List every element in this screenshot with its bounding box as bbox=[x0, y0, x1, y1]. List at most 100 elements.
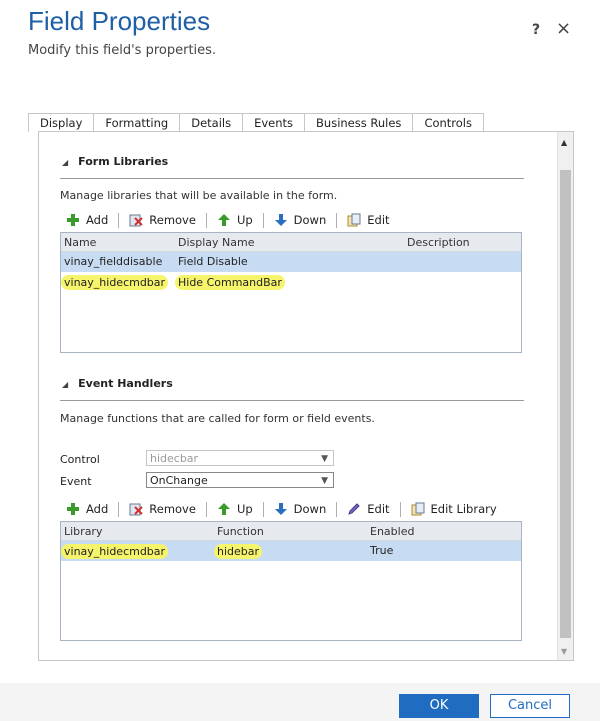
table-row[interactable]: vinay_hidecmdbar Hide CommandBar bbox=[61, 272, 521, 292]
move-down-button[interactable]: Down bbox=[268, 498, 333, 520]
cancel-button[interactable]: Cancel bbox=[490, 694, 570, 718]
down-label: Down bbox=[293, 213, 327, 227]
event-handlers-description: Manage functions that are called for for… bbox=[60, 412, 375, 425]
toolbar-separator bbox=[118, 212, 120, 228]
event-value: OnChange bbox=[150, 474, 208, 487]
up-label: Up bbox=[236, 502, 253, 516]
tab-events[interactable]: Events bbox=[243, 113, 306, 133]
toolbar-separator bbox=[336, 501, 338, 517]
column-header-name[interactable]: Name bbox=[64, 236, 96, 249]
dialog-subtitle: Modify this field's properties. bbox=[28, 43, 217, 58]
help-icon[interactable]: ? bbox=[532, 22, 540, 38]
move-up-button[interactable]: Up bbox=[211, 498, 259, 520]
add-handler-button[interactable]: Add bbox=[60, 498, 114, 520]
form-libraries-description: Manage libraries that will be available … bbox=[60, 189, 338, 202]
tab-business-rules[interactable]: Business Rules bbox=[305, 113, 414, 132]
library-display-name: Hide CommandBar bbox=[175, 275, 285, 290]
events-panel: ◢ Form Libraries Manage libraries that wi… bbox=[38, 131, 574, 661]
remove-icon bbox=[129, 502, 143, 516]
event-handlers-heading: Event Handlers bbox=[78, 377, 173, 390]
remove-library-button[interactable]: Remove bbox=[123, 209, 202, 231]
library-name: vinay_fielddisable bbox=[64, 255, 163, 268]
edit-library-icon bbox=[411, 502, 425, 516]
arrow-up-icon bbox=[217, 502, 231, 516]
toolbar-separator bbox=[262, 212, 264, 228]
add-library-button[interactable]: Add bbox=[60, 209, 114, 231]
move-down-button[interactable]: Down bbox=[268, 209, 333, 231]
control-select: hidecbar ▼ bbox=[146, 450, 334, 466]
form-libraries-grid: Name Display Name Description vinay_fiel… bbox=[60, 232, 522, 353]
event-handlers-header[interactable]: ◢ Event Handlers bbox=[62, 377, 173, 390]
dialog-title: Field Properties bbox=[28, 6, 211, 36]
toolbar-separator bbox=[399, 501, 401, 517]
chevron-down-icon: ▼ bbox=[321, 476, 328, 486]
remove-label: Remove bbox=[149, 213, 196, 227]
event-handlers-toolbar: Add Remove Up Down Edit Edit Library bbox=[60, 498, 522, 520]
form-libraries-header[interactable]: ◢ Form Libraries bbox=[62, 155, 168, 168]
remove-label: Remove bbox=[149, 502, 196, 516]
divider bbox=[60, 400, 524, 401]
edit-label: Edit bbox=[367, 502, 390, 516]
ok-button[interactable]: OK bbox=[399, 694, 479, 718]
tab-controls[interactable]: Controls bbox=[413, 113, 484, 132]
tab-strip: Display Formatting Details Events Busine… bbox=[28, 113, 484, 133]
column-header-enabled[interactable]: Enabled bbox=[370, 525, 414, 538]
scrollbar-thumb[interactable] bbox=[560, 170, 571, 638]
edit-handler-button[interactable]: Edit bbox=[341, 498, 395, 520]
divider bbox=[60, 178, 524, 179]
handler-function: hidebar bbox=[214, 544, 263, 559]
tab-details[interactable]: Details bbox=[180, 113, 244, 132]
down-label: Down bbox=[293, 502, 327, 516]
column-header-display-name[interactable]: Display Name bbox=[178, 236, 255, 249]
control-value: hidecbar bbox=[150, 452, 199, 465]
event-handlers-grid: Library Function Enabled vinay_hidecmdba… bbox=[60, 521, 522, 641]
form-libraries-toolbar: Add Remove Up Down Edit bbox=[60, 209, 522, 231]
table-row[interactable]: vinay_hidecmdbar hidebar True bbox=[61, 541, 521, 561]
add-label: Add bbox=[86, 502, 109, 516]
table-row[interactable]: vinay_fielddisable Field Disable bbox=[61, 252, 521, 272]
library-display-name: Field Disable bbox=[178, 255, 248, 268]
close-icon[interactable]: × bbox=[556, 18, 571, 39]
tab-display[interactable]: Display bbox=[28, 113, 95, 132]
handler-library: vinay_hidecmdbar bbox=[61, 544, 169, 559]
column-header-function[interactable]: Function bbox=[217, 525, 264, 538]
plus-icon bbox=[66, 213, 80, 227]
move-up-button[interactable]: Up bbox=[211, 209, 259, 231]
remove-icon bbox=[129, 213, 143, 227]
vertical-scrollbar[interactable]: ▲ ▼ bbox=[557, 132, 573, 660]
edit-library-button[interactable]: Edit Library bbox=[405, 498, 503, 520]
collapse-triangle-icon[interactable]: ◢ bbox=[62, 380, 68, 389]
scroll-up-icon[interactable]: ▲ bbox=[561, 138, 567, 147]
edit-library-button[interactable]: Edit bbox=[341, 209, 395, 231]
form-libraries-heading: Form Libraries bbox=[78, 155, 169, 168]
up-label: Up bbox=[236, 213, 253, 227]
control-label: Control bbox=[60, 453, 100, 466]
toolbar-separator bbox=[262, 501, 264, 517]
arrow-down-icon bbox=[274, 213, 288, 227]
plus-icon bbox=[66, 502, 80, 516]
collapse-triangle-icon[interactable]: ◢ bbox=[62, 158, 68, 167]
toolbar-separator bbox=[118, 501, 120, 517]
scroll-down-icon[interactable]: ▼ bbox=[561, 647, 567, 656]
event-select[interactable]: OnChange ▼ bbox=[146, 472, 334, 488]
toolbar-separator bbox=[336, 212, 338, 228]
library-name: vinay_hidecmdbar bbox=[61, 275, 169, 290]
arrow-up-icon bbox=[217, 213, 231, 227]
column-header-description[interactable]: Description bbox=[407, 236, 470, 249]
toolbar-separator bbox=[205, 212, 207, 228]
edit-library-label: Edit Library bbox=[430, 502, 497, 516]
grid-header: Name Display Name Description bbox=[61, 233, 521, 252]
column-header-library[interactable]: Library bbox=[64, 525, 102, 538]
arrow-down-icon bbox=[274, 502, 288, 516]
remove-handler-button[interactable]: Remove bbox=[123, 498, 202, 520]
handler-enabled: True bbox=[370, 544, 394, 557]
toolbar-separator bbox=[205, 501, 207, 517]
edit-label: Edit bbox=[367, 213, 390, 227]
chevron-down-icon: ▼ bbox=[321, 454, 328, 464]
add-label: Add bbox=[86, 213, 109, 227]
grid-header: Library Function Enabled bbox=[61, 522, 521, 541]
tab-formatting[interactable]: Formatting bbox=[94, 113, 181, 132]
event-label: Event bbox=[60, 475, 92, 488]
pencil-icon bbox=[347, 502, 361, 516]
edit-icon bbox=[347, 213, 361, 227]
